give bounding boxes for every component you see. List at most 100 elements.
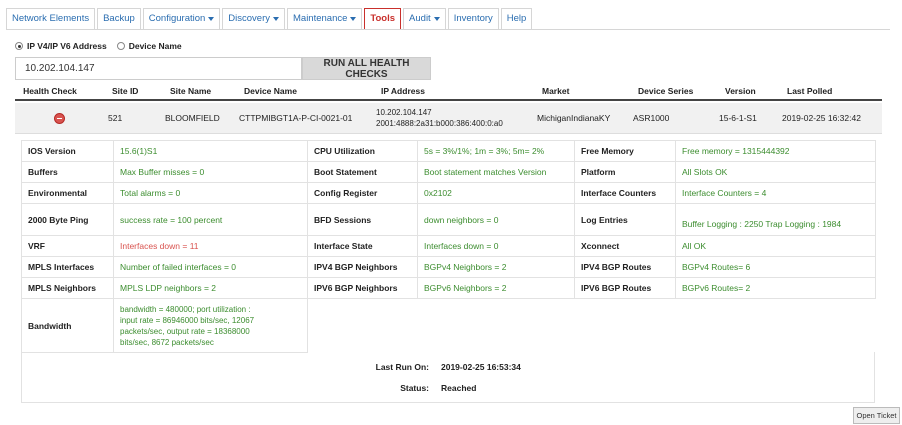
ios-version-value: 15.6(1)S1 [113, 140, 308, 162]
ipv4-bgp-neighbors-value: BGPv4 Neighbors = 2 [417, 256, 575, 278]
col-device-series: Device Series [638, 86, 694, 96]
col-health-check: Health Check [23, 86, 77, 96]
mpls-interfaces-value: Number of failed interfaces = 0 [113, 256, 308, 278]
col-ip-address: IP Address [381, 86, 425, 96]
buffers-label: Buffers [21, 161, 114, 183]
tab-label: Tools [370, 13, 396, 24]
nav-divider [6, 29, 890, 30]
cpu-utilization-value: 5s = 3%/1%; 1m = 3%; 5m= 2% [417, 140, 575, 162]
open-ticket-button[interactable]: Open Ticket [853, 407, 900, 424]
ipv6-address: 2001:4888:2a31:b000:386:400:0:a0 [376, 119, 503, 128]
table-row[interactable]: 521 BLOOMFIELD CTTPMIBGT1A-P-CI-0021-01 … [15, 103, 882, 134]
tab-inventory[interactable]: Inventory [447, 8, 499, 30]
col-last-polled: Last Polled [787, 86, 833, 96]
detail-row: Buffers Max Buffer misses = 0 Boot State… [21, 161, 876, 183]
caret-down-icon [273, 17, 279, 21]
ip-address-input[interactable] [15, 57, 302, 80]
tab-label: Network Elements [12, 13, 90, 24]
bandwidth-line: input rate = 86946000 bits/sec, 12067 [120, 315, 255, 325]
vrf-label: VRF [21, 235, 114, 257]
tab-help[interactable]: Help [500, 8, 533, 30]
empty-cell [307, 298, 876, 353]
free-memory-value: Free memory = 1315444392 [675, 140, 876, 162]
bandwidth-line: bandwidth = 480000; port utilization : [120, 304, 251, 314]
tab-network-elements[interactable]: Network Elements [6, 8, 96, 30]
boot-statement-label: Boot Statement [307, 161, 418, 183]
minus-circle-icon[interactable] [53, 112, 65, 124]
radio-label: IP V4/IP V6 Address [27, 41, 107, 51]
interface-state-label: Interface State [307, 235, 418, 257]
tab-label: Configuration [148, 13, 206, 24]
detail-row: Bandwidth bandwidth = 480000; port utili… [21, 298, 876, 353]
interface-counters-label: Interface Counters [574, 182, 676, 204]
ipv6-bgp-neighbors-value: BGPv6 Neighbors = 2 [417, 277, 575, 299]
site-id-cell: 521 [108, 113, 123, 123]
tab-label: Maintenance [293, 13, 348, 24]
ipv6-bgp-routes-label: IPV6 BGP Routes [574, 277, 676, 299]
radio-ip-address[interactable]: IP V4/IP V6 Address [15, 41, 107, 51]
tab-tools[interactable]: Tools [364, 8, 402, 30]
mpls-interfaces-label: MPLS Interfaces [21, 256, 114, 278]
search-mode-group: IP V4/IP V6 Address Device Name [15, 41, 182, 51]
ipv4-bgp-routes-value: BGPv4 Routes= 6 [675, 256, 876, 278]
tab-maintenance[interactable]: Maintenance [287, 8, 363, 30]
bandwidth-label: Bandwidth [21, 298, 114, 353]
config-register-value: 0x2102 [417, 182, 575, 204]
status-value: Reached [441, 383, 477, 393]
detail-row: MPLS Interfaces Number of failed interfa… [21, 256, 876, 278]
last-run-label: Last Run On: [375, 362, 429, 372]
market-cell: MichiganIndianaKY [537, 113, 611, 123]
col-market: Market [542, 86, 570, 96]
radio-unchecked-icon[interactable] [116, 42, 125, 50]
col-site-name: Site Name [170, 86, 212, 96]
ipv4-address: 10.202.104.147 [376, 108, 432, 117]
tab-label: Backup [103, 13, 135, 24]
ios-version-label: IOS Version [21, 140, 114, 162]
last-polled-cell: 2019-02-25 16:32:42 [782, 113, 861, 123]
bfd-sessions-value: down neighbors = 0 [417, 203, 575, 236]
radio-device-name[interactable]: Device Name [116, 41, 182, 51]
tab-label: Audit [409, 13, 431, 24]
main-nav: Network Elements Backup Configuration Di… [6, 8, 534, 30]
ping-2000-label: 2000 Byte Ping [21, 203, 114, 236]
tab-backup[interactable]: Backup [97, 8, 141, 30]
detail-row: 2000 Byte Ping success rate = 100 percen… [21, 203, 876, 236]
tab-discovery[interactable]: Discovery [222, 8, 285, 30]
environmental-value: Total alarms = 0 [113, 182, 308, 204]
detail-row: IOS Version 15.6(1)S1 CPU Utilization 5s… [21, 140, 876, 162]
platform-value: All Slots OK [675, 161, 876, 183]
radio-checked-icon[interactable] [15, 42, 23, 50]
run-all-health-checks-button[interactable]: RUN ALL HEALTH CHECKS [302, 57, 431, 80]
log-entries-value: Buffer Logging : 2250 Trap Logging : 198… [675, 203, 876, 236]
tab-label: Inventory [453, 13, 493, 24]
config-register-label: Config Register [307, 182, 418, 204]
cpu-utilization-label: CPU Utilization [307, 140, 418, 162]
col-version: Version [725, 86, 756, 96]
caret-down-icon [350, 17, 357, 21]
caret-down-icon [433, 17, 440, 21]
bandwidth-line: bits/sec, 8672 packets/sec [120, 337, 214, 347]
vrf-value: Interfaces down = 11 [113, 235, 308, 257]
xconnect-label: Xconnect [574, 235, 676, 257]
detail-row: Environmental Total alarms = 0 Config Re… [21, 182, 876, 204]
mpls-neighbors-label: MPLS Neighbors [21, 277, 114, 299]
tab-label: Discovery [228, 13, 270, 24]
device-series-cell: ASR1000 [633, 113, 670, 123]
tab-label: Help [506, 13, 527, 24]
buffers-value: Max Buffer misses = 0 [113, 161, 308, 183]
log-entries-label: Log Entries [574, 203, 676, 236]
health-check-cell [15, 103, 103, 133]
detail-row: MPLS Neighbors MPLS LDP neighbors = 2 IP… [21, 277, 876, 299]
platform-label: Platform [574, 161, 676, 183]
interface-counters-value: Interface Counters = 4 [675, 182, 876, 204]
ip-address-cell: 10.202.104.147 2001:4888:2a31:b000:386:4… [376, 103, 503, 133]
last-run-value: 2019-02-25 16:53:34 [441, 362, 521, 372]
bandwidth-value: bandwidth = 480000; port utilization : i… [113, 298, 308, 353]
status-label: Status: [400, 383, 429, 393]
ipv6-bgp-neighbors-label: IPV6 BGP Neighbors [307, 277, 418, 299]
tab-audit[interactable]: Audit [403, 8, 446, 30]
ipv4-bgp-neighbors-label: IPV4 BGP Neighbors [307, 256, 418, 278]
tab-configuration[interactable]: Configuration [142, 8, 221, 30]
interface-state-value: Interfaces down = 0 [417, 235, 575, 257]
col-device-name: Device Name [244, 86, 297, 96]
